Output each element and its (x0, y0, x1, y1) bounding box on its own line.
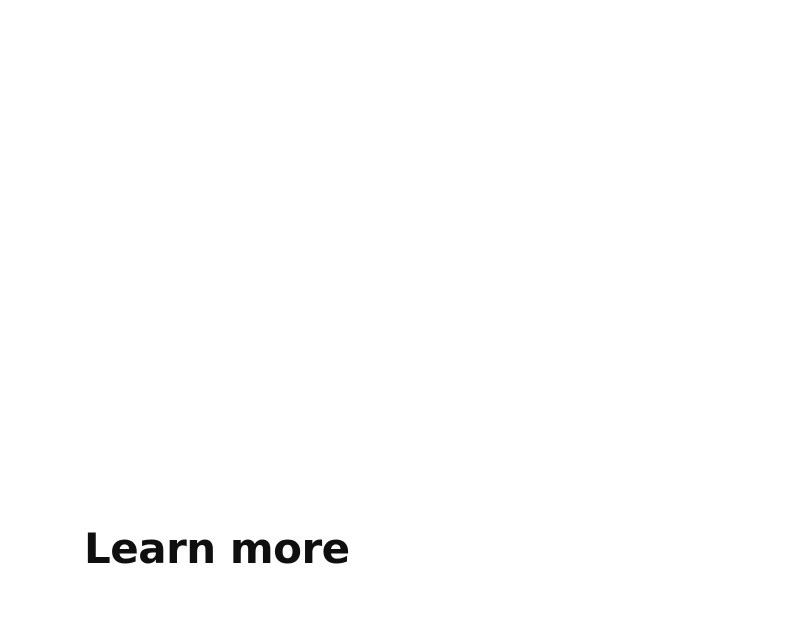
blank-content-area (0, 0, 800, 500)
page: Learn more (0, 0, 800, 628)
learn-more-link[interactable]: Learn more (84, 524, 350, 574)
